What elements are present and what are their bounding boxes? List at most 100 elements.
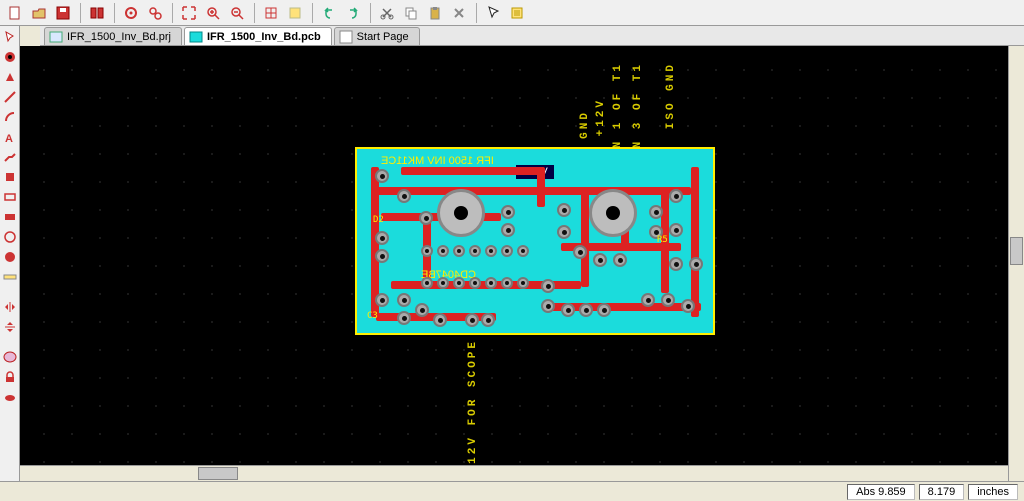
palette-tool[interactable] [1, 348, 19, 366]
toolbar-sep [370, 3, 372, 23]
tab-label: IFR_1500_Inv_Bd.pcb [207, 31, 321, 43]
zoom-fit-button[interactable] [178, 2, 200, 24]
copy-button[interactable] [400, 2, 422, 24]
toolbar-sep [114, 3, 116, 23]
tab-pcb[interactable]: IFR_1500_Inv_Bd.pcb [184, 27, 332, 45]
ruler-tool[interactable] [1, 268, 19, 286]
pad [397, 189, 411, 203]
rect-tool[interactable] [1, 188, 19, 206]
pad [469, 277, 481, 289]
pad [501, 223, 515, 237]
pad [375, 169, 389, 183]
pad [485, 277, 497, 289]
grid-button[interactable] [260, 2, 282, 24]
side-toolbox: A [0, 26, 20, 481]
tab-start-page[interactable]: Start Page [334, 27, 420, 45]
pad-tool[interactable] [1, 168, 19, 186]
status-abs-label: Abs [856, 486, 875, 498]
delete-button[interactable] [448, 2, 470, 24]
pad [375, 231, 389, 245]
toolbar-sep [80, 3, 82, 23]
vscroll-thumb[interactable] [1010, 237, 1023, 265]
cut-button[interactable] [376, 2, 398, 24]
big-pad [437, 189, 485, 237]
canvas[interactable]: ISO GND PIN 3 OF T1 PIN 1 OF T1 +12V GND… [20, 46, 1024, 481]
redo-button[interactable] [342, 2, 364, 24]
pcb-board[interactable]: IFR 1500 INV MK11CE V 1.0 [355, 147, 715, 335]
pad [669, 223, 683, 237]
tab-project[interactable]: IFR_1500_Inv_Bd.prj [44, 27, 182, 45]
pad [641, 293, 655, 307]
pad [415, 303, 429, 317]
save-button[interactable] [52, 2, 74, 24]
vertical-scrollbar[interactable] [1008, 46, 1024, 481]
toolbar-sep [476, 3, 478, 23]
pad [485, 245, 497, 257]
pad [501, 205, 515, 219]
flip-h-tool[interactable] [1, 298, 19, 316]
flip-v-tool[interactable] [1, 318, 19, 336]
toolbar-sep [172, 3, 174, 23]
project-icon [49, 30, 63, 44]
track-tool[interactable] [1, 148, 19, 166]
pad [517, 245, 529, 257]
open-button[interactable] [28, 2, 50, 24]
pad [573, 245, 587, 259]
cloud-tool[interactable] [1, 388, 19, 406]
status-units-cell: inches [968, 484, 1018, 500]
copper-trace [371, 187, 691, 195]
zoom-in-button[interactable] [202, 2, 224, 24]
pad [437, 245, 449, 257]
silkscreen-r-ref: R5 [657, 235, 668, 245]
pad [669, 189, 683, 203]
pad [421, 277, 433, 289]
document-tabs: IFR_1500_Inv_Bd.prj IFR_1500_Inv_Bd.pcb … [40, 26, 1024, 46]
pad [689, 257, 703, 271]
copper-trace [691, 167, 699, 317]
copper-trace [581, 187, 589, 287]
fill-tool[interactable] [1, 208, 19, 226]
select-tool[interactable] [1, 28, 19, 46]
pad [437, 277, 449, 289]
settings2-button[interactable] [144, 2, 166, 24]
line-tool[interactable] [1, 88, 19, 106]
circle-tool[interactable] [1, 228, 19, 246]
pad [453, 245, 465, 257]
annot-minus12: -12V FOR SCOPE [467, 339, 479, 473]
silkscreen-title: IFR 1500 INV MK11CE [381, 155, 494, 167]
text-tool[interactable]: A [1, 128, 19, 146]
properties-button[interactable] [506, 2, 528, 24]
lock-tool[interactable] [1, 368, 19, 386]
pad [397, 293, 411, 307]
circle-fill-tool[interactable] [1, 248, 19, 266]
settings-button[interactable] [120, 2, 142, 24]
highlight-button[interactable] [284, 2, 306, 24]
silkscreen-d-ref: D2 [373, 215, 384, 225]
pad [481, 313, 495, 327]
zoom-out-button[interactable] [226, 2, 248, 24]
arc-tool[interactable] [1, 108, 19, 126]
paste-button[interactable] [424, 2, 446, 24]
toolbar-sep [254, 3, 256, 23]
new-file-button[interactable] [4, 2, 26, 24]
pad [465, 313, 479, 327]
status-x: 9.859 [878, 486, 906, 498]
pad [649, 205, 663, 219]
pointer-button[interactable] [482, 2, 504, 24]
pad [541, 299, 555, 313]
pad [397, 311, 411, 325]
undo-button[interactable] [318, 2, 340, 24]
pad [501, 277, 513, 289]
pad [419, 211, 433, 225]
main-toolbar [0, 0, 1024, 26]
annot-gnd: GND [579, 110, 591, 139]
horizontal-scrollbar[interactable] [20, 465, 1008, 481]
via-tool[interactable] [1, 48, 19, 66]
library-button[interactable] [86, 2, 108, 24]
pad [557, 225, 571, 239]
pad [375, 249, 389, 263]
pad [541, 279, 555, 293]
pad [681, 299, 695, 313]
hscroll-thumb[interactable] [198, 467, 238, 480]
polygon-tool[interactable] [1, 68, 19, 86]
